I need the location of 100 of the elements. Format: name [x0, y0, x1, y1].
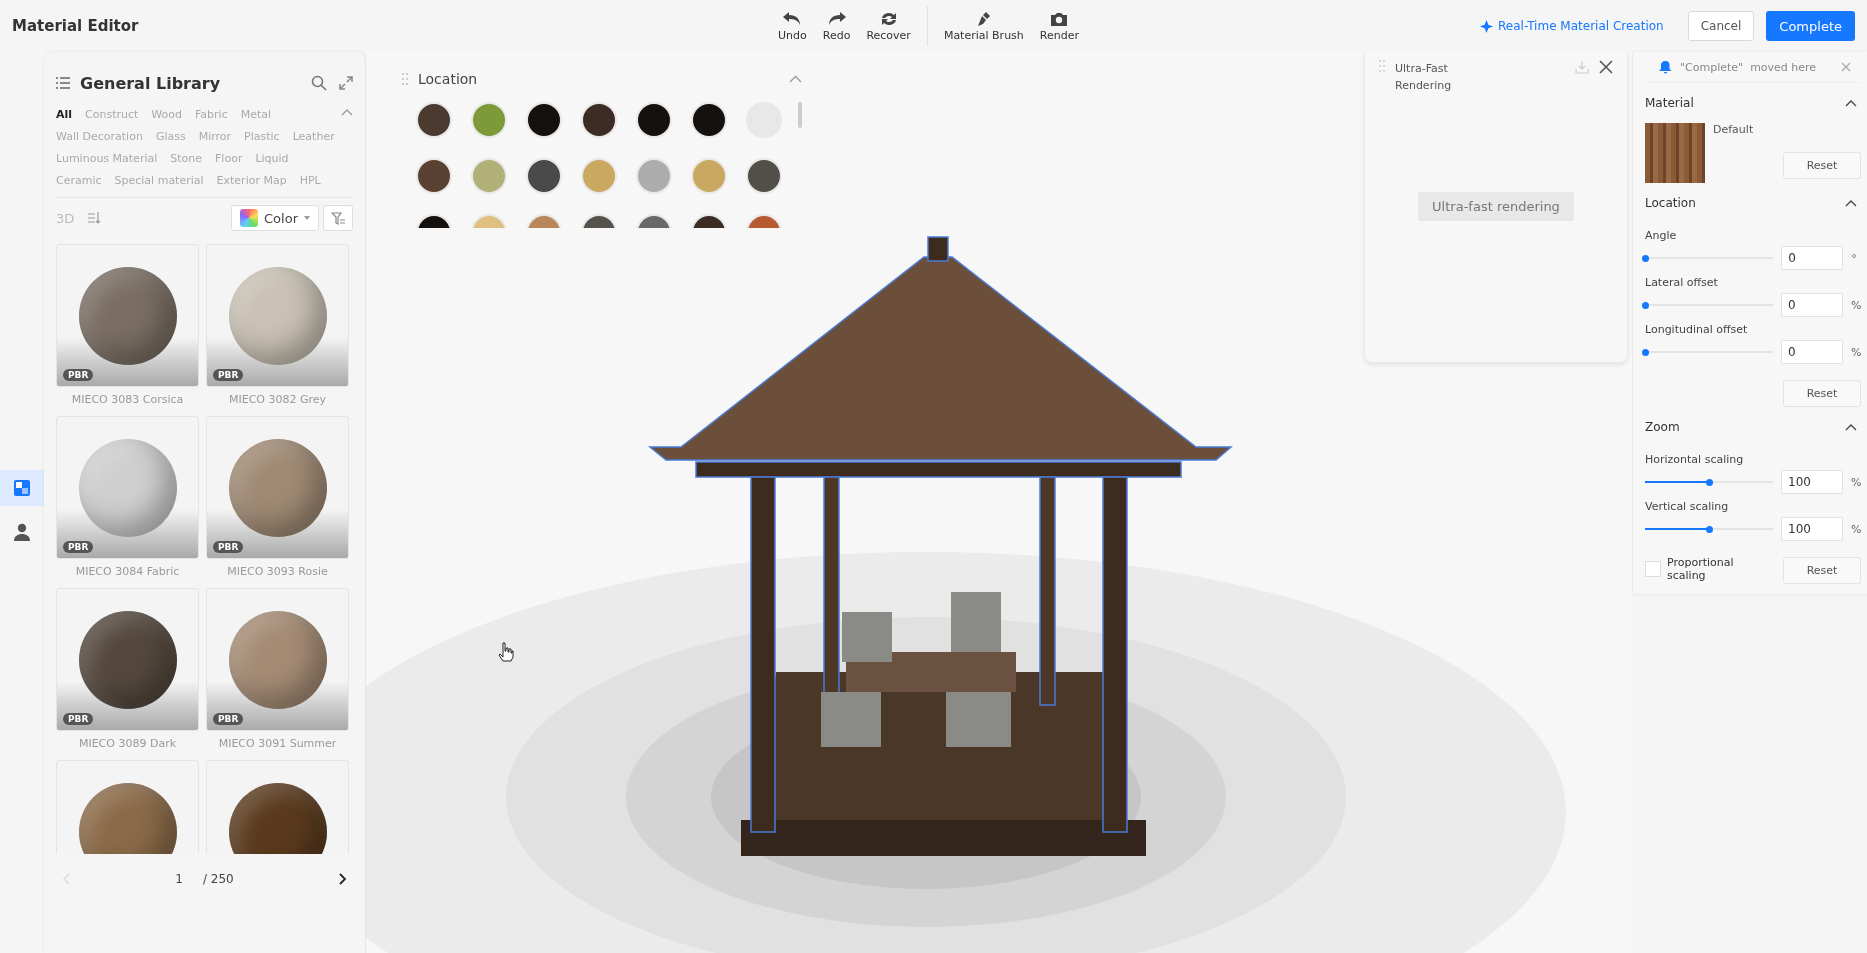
collapse-icon[interactable]: [1845, 99, 1857, 107]
real-time-material-link[interactable]: Real-Time Material Creation: [1480, 19, 1664, 33]
toolbar-button[interactable]: Material Brush: [937, 8, 1030, 44]
pbr-badge: PBR: [213, 369, 244, 381]
slider-label: Angle: [1645, 229, 1678, 242]
drag-handle-icon[interactable]: [402, 73, 408, 85]
pbr-badge: PBR: [213, 541, 244, 553]
slider-thumb[interactable]: [1705, 525, 1713, 533]
checkbox-label: Proportional scaling: [1667, 555, 1735, 582]
ultra-fast-rendering-button[interactable]: Ultra-fast rendering: [1418, 192, 1574, 221]
value-input[interactable]: 0: [1781, 246, 1844, 270]
collapse-icon[interactable]: [1845, 423, 1857, 431]
notice-text: "Complete" moved here: [1680, 60, 1818, 74]
material-swatch[interactable]: [691, 102, 727, 138]
slider-label: Horizontal scaling: [1645, 453, 1745, 466]
slider-thumb[interactable]: [1641, 348, 1649, 356]
camera-icon: [1049, 10, 1070, 27]
material-swatch[interactable]: [581, 158, 617, 194]
material-swatch[interactable]: [416, 102, 452, 138]
close-icon[interactable]: [1599, 60, 1613, 74]
reset-button[interactable]: Reset: [1783, 152, 1861, 179]
material-name: MIECO 3084 Fabric: [75, 564, 180, 580]
toolbar-button[interactable]: Render: [1033, 8, 1085, 44]
reset-button[interactable]: Reset: [1783, 380, 1861, 407]
section-title: Material: [1645, 96, 1694, 110]
slider-label: Longitudinal offset: [1645, 323, 1749, 336]
expand-icon[interactable]: [339, 76, 353, 90]
toolbar-button[interactable]: Redo: [816, 8, 857, 44]
material-swatch[interactable]: [746, 158, 782, 194]
sort-icon[interactable]: [88, 212, 103, 224]
material-swatch[interactable]: [416, 158, 452, 194]
slider-thumb[interactable]: [1641, 301, 1649, 309]
location-panel-title: Location: [418, 71, 478, 87]
toolbar-button[interactable]: Undo: [772, 8, 813, 44]
material-thumbnail[interactable]: PBR: [56, 244, 199, 387]
pbr-badge: PBR: [63, 713, 94, 725]
next-page-icon[interactable]: [339, 873, 347, 885]
material-swatch[interactable]: [526, 102, 562, 138]
material-name: MIECO 3089 Dark: [78, 736, 177, 752]
drag-handle-icon[interactable]: [1379, 60, 1385, 72]
material-swatch[interactable]: [636, 158, 672, 194]
material-thumbnail[interactable]: PBR: [56, 588, 199, 731]
checkbox[interactable]: [1645, 560, 1661, 577]
page-number[interactable]: 1: [175, 872, 183, 886]
rail-tab[interactable]: [0, 470, 44, 506]
material-thumbnail[interactable]: PBR: [56, 416, 199, 559]
filter-icon: [331, 211, 345, 225]
slider-label: Lateral offset: [1645, 276, 1719, 289]
filter-button[interactable]: [323, 205, 353, 231]
material-thumbnail[interactable]: PBR: [206, 244, 349, 387]
color-filter-dropdown[interactable]: Color: [231, 205, 319, 231]
unit-label: %: [1851, 345, 1861, 359]
pbr-badge: PBR: [63, 369, 94, 381]
reset-button[interactable]: Reset: [1783, 557, 1861, 584]
slider-thumb[interactable]: [1641, 254, 1649, 262]
wood-texture-swatch[interactable]: [1645, 123, 1705, 183]
material-name: Default: [1713, 123, 1754, 136]
list-icon: [56, 77, 70, 89]
section-title: Location: [1645, 196, 1696, 210]
pbr-badge: PBR: [63, 541, 94, 553]
category-tag[interactable]: All: [56, 108, 73, 121]
value-input[interactable]: 100: [1781, 517, 1843, 541]
hand-cursor-icon: [498, 642, 514, 662]
user-icon: [13, 523, 31, 541]
cancel-button[interactable]: Cancel: [1687, 11, 1755, 41]
scrollbar[interactable]: [798, 102, 802, 128]
value-input[interactable]: 0: [1781, 293, 1843, 317]
collapse-icon[interactable]: [1845, 199, 1857, 207]
undo-icon: [782, 10, 803, 27]
value-input[interactable]: 0: [1781, 340, 1843, 364]
unit-label: %: [1851, 522, 1861, 536]
material-name: MIECO 3093 Rosie: [227, 564, 328, 580]
redo-icon: [826, 10, 847, 27]
color-palette-icon: [240, 209, 259, 227]
material-name: MIECO 3091 Summer: [218, 736, 337, 752]
search-icon[interactable]: [311, 75, 327, 91]
material-swatch[interactable]: [581, 102, 617, 138]
app-title: Material Editor: [12, 17, 140, 35]
material-thumbnail[interactable]: PBR: [206, 588, 349, 731]
material-name: MIECO 3082 Grey: [228, 392, 327, 408]
library-title: General Library: [80, 73, 221, 93]
page-total: / 250: [202, 872, 234, 886]
grid-icon: [13, 479, 31, 497]
toolbar-button[interactable]: Recover: [860, 8, 917, 44]
slider-thumb[interactable]: [1705, 478, 1713, 486]
material-swatch[interactable]: [691, 158, 727, 194]
caret-icon: [304, 216, 310, 220]
material-thumbnail[interactable]: PBR: [206, 416, 349, 559]
sparkle-icon: [1480, 19, 1494, 33]
complete-button[interactable]: Complete: [1766, 11, 1855, 41]
material-swatch[interactable]: [471, 158, 507, 194]
material-swatch[interactable]: [471, 102, 507, 138]
unit-label: %: [1851, 298, 1861, 312]
unit-label: %: [1851, 475, 1861, 489]
material-swatch[interactable]: [526, 158, 562, 194]
value-input[interactable]: 100: [1781, 470, 1843, 494]
material-swatch[interactable]: [636, 102, 672, 138]
rendering-panel-title: Ultra-Fast Rendering: [1395, 61, 1453, 94]
slider-label: Vertical scaling: [1645, 500, 1730, 513]
material-name: MIECO 3083 Corsica: [71, 392, 184, 408]
